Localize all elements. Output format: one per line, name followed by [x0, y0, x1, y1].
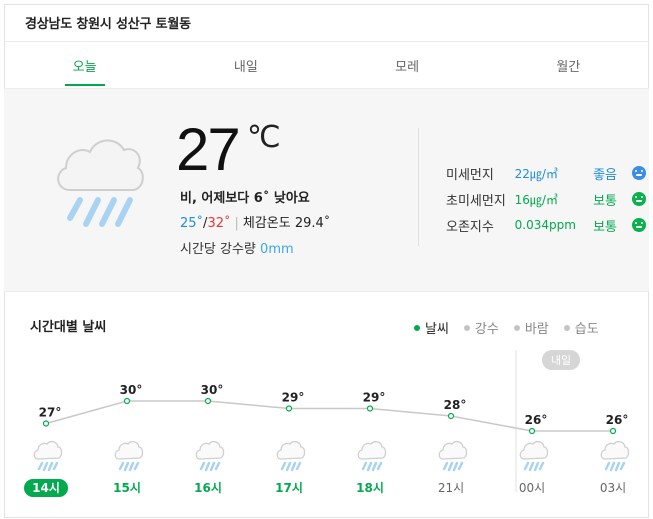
temperature-label: 26°: [525, 413, 548, 427]
air-value: 16㎍/㎥: [514, 192, 558, 207]
tomorrow-badge-label: 내일: [551, 353, 571, 367]
filter-wind[interactable]: 바람: [513, 318, 549, 337]
air-status: 좋음: [593, 167, 617, 183]
hour-label: 21시: [438, 481, 464, 495]
precip-value: 0mm: [260, 242, 294, 257]
hourly-temperature-chart: 내일 27° 14시 30° 15시 30° 16시 29° 17시 29° 18시 28° 21시 26…: [24, 350, 630, 497]
dot-icon: [513, 324, 520, 331]
air-row-ultrafine-dust[interactable]: 초미세먼지 16㎍/㎥ 보통: [446, 186, 646, 212]
air-status: 보통: [593, 193, 617, 209]
temperature-point: [42, 420, 50, 427]
air-row-fine-dust[interactable]: 미세먼지 22㎍/㎥ 좋음: [446, 160, 646, 186]
temperature-point: [123, 397, 131, 405]
temperature-label: 30°: [201, 383, 224, 397]
high-temperature: 32˚: [207, 216, 231, 231]
vertical-divider: [418, 128, 419, 246]
normal-face-icon: [632, 218, 646, 232]
low-temperature: 25˚: [180, 216, 204, 231]
tab-monthly[interactable]: 월간: [488, 42, 649, 88]
precip-label: 시간당 강수량: [180, 242, 256, 257]
temperature-point: [609, 427, 617, 435]
air-row-ozone[interactable]: 오존지수 0.034ppm 보통: [446, 212, 646, 238]
filter-label: 날씨: [425, 322, 449, 337]
rain-icon: [357, 440, 387, 472]
filter-precipitation[interactable]: 강수: [463, 318, 499, 337]
rain-icon: [438, 440, 468, 472]
rain-icon: [276, 440, 306, 472]
rain-icon: [195, 440, 225, 472]
temperature-label: 28°: [444, 398, 467, 412]
temperature-label: 27°: [39, 406, 62, 420]
hourly-filter-tabs: 날씨 강수 바람 습도: [414, 318, 599, 337]
air-label: 초미세먼지: [446, 193, 506, 209]
tab-today[interactable]: 오늘: [4, 42, 165, 88]
tab-day-after[interactable]: 모레: [327, 42, 488, 88]
location-title[interactable]: 경상남도 창원시 성산구 토월동: [25, 13, 191, 32]
rain-icon: [519, 440, 549, 472]
weather-condition: 비, 어제보다 6˚ 낮아요: [180, 191, 310, 206]
hourly-precipitation: 시간당 강수량 0mm: [180, 238, 294, 257]
hour-label: 00시: [519, 481, 545, 495]
air-status: 보통: [593, 219, 617, 235]
temperature-point: [285, 405, 293, 412]
rain-cloud-icon: [57, 139, 144, 227]
temperature-label: 26°: [606, 413, 629, 427]
temperature-point: [366, 405, 374, 412]
temperature-label: 29°: [363, 391, 386, 405]
temperature-unit: ℃: [247, 121, 281, 154]
separator: |: [234, 216, 239, 231]
good-face-icon: [632, 166, 646, 180]
min-max-temperature: 25˚/32˚ | 체감온도 29.4˚: [180, 212, 330, 231]
dot-icon: [463, 324, 470, 331]
rain-icon: [33, 440, 63, 472]
day-tabs: 오늘 내일 모레 월간: [4, 42, 649, 88]
tab-tomorrow[interactable]: 내일: [165, 42, 326, 88]
air-label: 오존지수: [446, 219, 494, 235]
hourly-weather-title: 시간대별 날씨: [30, 320, 107, 335]
temperature-label: 29°: [282, 391, 305, 405]
temperature-point: [447, 412, 455, 420]
rain-icon: [600, 440, 630, 472]
filter-humidity[interactable]: 습도: [563, 318, 599, 337]
rain-icon: [114, 440, 144, 472]
filter-weather[interactable]: 날씨: [414, 318, 449, 337]
temperature-point: [528, 427, 536, 435]
hour-label: 16시: [194, 481, 222, 495]
dot-icon: [414, 324, 420, 331]
air-label: 미세먼지: [446, 167, 494, 183]
hour-label: 03시: [600, 481, 626, 495]
filter-label: 바람: [524, 322, 549, 337]
dot-icon: [563, 324, 570, 331]
air-quality-list: 미세먼지 22㎍/㎥ 좋음 초미세먼지 16㎍/㎥ 보통 오존지수 0.034p…: [446, 160, 646, 238]
air-value: 0.034ppm: [514, 218, 576, 232]
filter-label: 강수: [474, 322, 499, 337]
hour-label: 14시: [32, 481, 60, 495]
hour-label: 15시: [113, 481, 141, 495]
temperature-point: [204, 397, 212, 405]
feels-like: 체감온도 29.4˚: [242, 216, 331, 231]
current-temperature: 27: [176, 116, 241, 183]
hour-label: 17시: [275, 481, 303, 495]
filter-label: 습도: [574, 322, 599, 337]
normal-face-icon: [632, 192, 646, 206]
temperature-label: 30°: [120, 383, 143, 397]
hour-label: 18시: [356, 481, 384, 495]
air-value: 22㎍/㎥: [514, 166, 558, 181]
